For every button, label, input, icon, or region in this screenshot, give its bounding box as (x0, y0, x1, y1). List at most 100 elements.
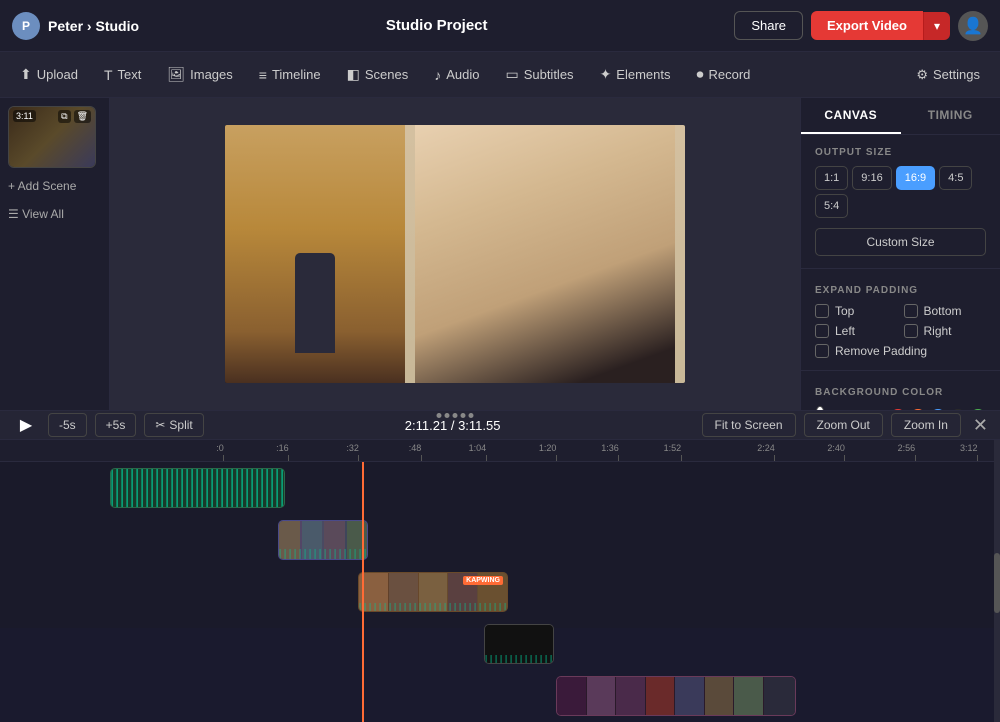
bg-color-title: BACKGROUND COLOR (815, 387, 986, 398)
eyedropper-icon[interactable]: ✏ (866, 409, 878, 411)
scene-thumbnail[interactable]: 3:11 ⧉ 🗑 (8, 106, 96, 168)
ruler-label-16: :16 (276, 443, 289, 453)
swatch-dark[interactable] (950, 409, 966, 410)
toolbar-text[interactable]: T Text (92, 61, 153, 89)
scrollbar-thumb[interactable] (994, 553, 1000, 613)
top-bar: P Peter › Studio Studio Project Share Ex… (0, 0, 1000, 52)
toolbar-images[interactable]: 🖼 Images (155, 60, 244, 89)
background-color-section: BACKGROUND COLOR #ffffff ✏ (801, 375, 1000, 410)
toolbar-timeline[interactable]: ≡ Timeline (247, 61, 333, 89)
ruler-label-32: :32 (346, 443, 359, 453)
share-button[interactable]: Share (734, 11, 803, 40)
padding-left-checkbox[interactable] (815, 324, 829, 338)
play-button[interactable]: ▶ (12, 411, 40, 439)
padding-right-label: Right (924, 324, 952, 338)
export-video-button[interactable]: Export Video (811, 11, 923, 40)
toolbar-scenes[interactable]: ◧ Scenes (335, 60, 421, 89)
toolbar-audio[interactable]: ♪ Audio (422, 61, 491, 89)
close-timeline-button[interactable]: ✕ (973, 415, 988, 436)
user-avatar-icon[interactable]: 👤 (958, 11, 988, 41)
ratio-16-9[interactable]: 16:9 (896, 166, 935, 190)
output-size-title: OUTPUT SIZE (815, 147, 986, 158)
padding-bottom-checkbox[interactable] (904, 304, 918, 318)
split-label: Split (169, 418, 192, 432)
fit-screen-button[interactable]: Fit to Screen (702, 413, 796, 437)
expand-padding-title: EXPAND PADDING (815, 285, 986, 296)
remove-padding-label: Remove Padding (835, 344, 927, 358)
padding-right-checkbox[interactable] (904, 324, 918, 338)
settings-button[interactable]: ⚙ Settings (904, 61, 992, 89)
padding-left-label: Left (835, 324, 855, 338)
remove-padding-item[interactable]: Remove Padding (815, 344, 986, 358)
toolbar-record-label: Record (709, 67, 751, 82)
ratio-5-4[interactable]: 5:4 (815, 194, 848, 218)
upload-icon: ⬆ (20, 66, 32, 83)
tab-canvas[interactable]: CANVAS (801, 98, 901, 134)
padding-top-item[interactable]: Top (815, 304, 898, 318)
padding-top-label: Top (835, 304, 854, 318)
padding-bottom-item[interactable]: Bottom (904, 304, 987, 318)
toolbar-scenes-label: Scenes (365, 67, 408, 82)
scene-copy-button[interactable]: ⧉ (58, 110, 70, 123)
skip-back-button[interactable]: -5s (48, 413, 87, 437)
export-button-group: Export Video ▾ (811, 11, 950, 40)
bg-color-row: #ffffff ✏ (815, 406, 986, 410)
ratio-9-16[interactable]: 9:16 (852, 166, 891, 190)
timeline-controls: ▶ -5s +5s ✂ Split 2:11.21 / 3:11.55 Fit … (0, 411, 1000, 440)
toolbar-upload[interactable]: ⬆ Upload (8, 60, 90, 89)
avatar: P (12, 12, 40, 40)
export-chevron-button[interactable]: ▾ (923, 12, 950, 40)
text-icon: T (104, 67, 113, 83)
settings-label: Settings (933, 67, 980, 82)
timeline-tracks: KAPWING (0, 462, 1000, 722)
clip-audio-1[interactable] (110, 468, 285, 508)
timeline: ▶ -5s +5s ✂ Split 2:11.21 / 3:11.55 Fit … (0, 410, 1000, 628)
ruler-label-0: :0 (216, 443, 224, 453)
track-row-4 (110, 618, 1000, 670)
swatch-green[interactable] (970, 409, 986, 410)
elements-icon: ✦ (600, 66, 612, 83)
toolbar-elements-label: Elements (616, 67, 670, 82)
swatch-orange[interactable] (910, 409, 926, 410)
clip-video-5[interactable] (556, 676, 796, 716)
clip-video-3[interactable]: KAPWING (358, 572, 508, 612)
clip-video-4[interactable] (484, 624, 554, 664)
project-title: Studio Project (386, 17, 488, 34)
toolbar-subtitles[interactable]: ▭ Subtitles (493, 60, 585, 89)
settings-icon: ⚙ (916, 67, 928, 83)
remove-padding-checkbox[interactable] (815, 344, 829, 358)
split-icon: ✂ (155, 418, 165, 432)
ratio-buttons: 1:1 9:16 16:9 4:5 5:4 (815, 166, 986, 218)
video-right-panel (405, 125, 685, 383)
view-all-button[interactable]: ☰ View All (8, 204, 101, 224)
add-scene-button[interactable]: + Add Scene (8, 176, 101, 196)
zoom-in-button[interactable]: Zoom In (891, 413, 961, 437)
ruler-label-136: 1:36 (601, 443, 619, 453)
scene-delete-button[interactable]: 🗑 (74, 110, 91, 123)
top-bar-left: P Peter › Studio (12, 12, 139, 40)
track-row-5 (110, 670, 1000, 722)
swatch-blue[interactable] (930, 409, 946, 410)
clip-video-2[interactable] (278, 520, 368, 560)
ratio-1-1[interactable]: 1:1 (815, 166, 848, 190)
padding-right-item[interactable]: Right (904, 324, 987, 338)
skip-forward-button[interactable]: +5s (95, 413, 137, 437)
custom-size-button[interactable]: Custom Size (815, 228, 986, 256)
ruler-label-120: 1:20 (539, 443, 557, 453)
toolbar-elements[interactable]: ✦ Elements (588, 60, 683, 89)
scrollbar[interactable] (994, 440, 1000, 722)
zoom-out-button[interactable]: Zoom Out (804, 413, 883, 437)
padding-top-checkbox[interactable] (815, 304, 829, 318)
timeline-icon: ≡ (259, 67, 267, 83)
padding-left-item[interactable]: Left (815, 324, 898, 338)
split-button[interactable]: ✂ Split (144, 413, 203, 437)
canvas-drag-handle[interactable] (437, 413, 474, 418)
canvas-area (110, 98, 800, 410)
color-preview[interactable] (815, 406, 825, 410)
main-area: 3:11 ⧉ 🗑 + Add Scene ☰ View All (0, 98, 1000, 410)
tab-timing[interactable]: TIMING (901, 98, 1000, 134)
track-row-2 (110, 514, 1000, 566)
swatch-red[interactable] (890, 409, 906, 410)
ratio-4-5[interactable]: 4:5 (939, 166, 972, 190)
toolbar-record[interactable]: ⏺ Record (685, 60, 763, 89)
